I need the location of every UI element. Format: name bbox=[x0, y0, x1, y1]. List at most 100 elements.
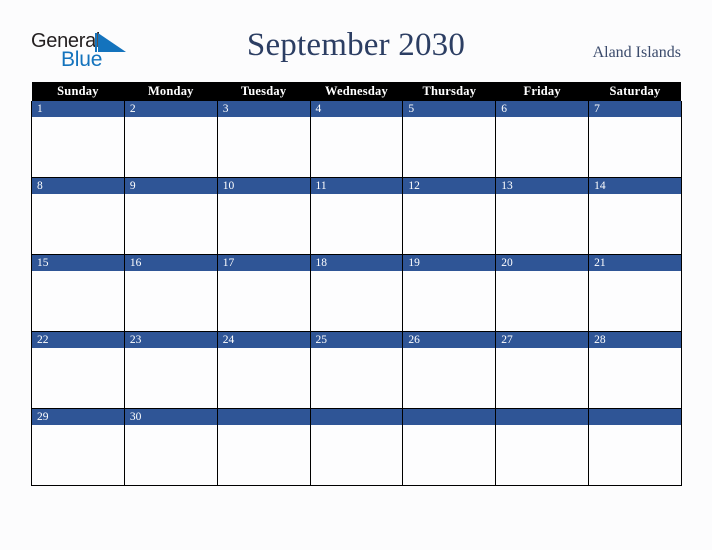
day-events-area[interactable] bbox=[32, 271, 124, 331]
calendar-day-cell-empty[interactable] bbox=[216, 408, 311, 486]
calendar-week-row: 1 2 3 4 5 6 7 bbox=[31, 101, 682, 178]
calendar-day-cell-empty[interactable] bbox=[402, 408, 497, 486]
day-events-area[interactable] bbox=[32, 425, 124, 485]
calendar-day-cell[interactable]: 26 bbox=[402, 331, 497, 409]
day-events-area[interactable] bbox=[125, 271, 217, 331]
day-events-area[interactable] bbox=[496, 425, 588, 485]
calendar-day-cell[interactable]: 15 bbox=[31, 254, 125, 332]
weekday-header-saturday: Saturday bbox=[588, 82, 682, 101]
day-number: 29 bbox=[32, 409, 124, 425]
day-events-area[interactable] bbox=[589, 425, 681, 485]
calendar-day-cell[interactable]: 29 bbox=[31, 408, 125, 486]
day-events-area[interactable] bbox=[403, 117, 495, 177]
day-number bbox=[217, 409, 310, 425]
weekday-header-monday: Monday bbox=[124, 82, 218, 101]
calendar-day-cell[interactable]: 11 bbox=[309, 177, 404, 255]
calendar-day-cell[interactable]: 21 bbox=[588, 254, 682, 332]
calendar-day-cell[interactable]: 28 bbox=[588, 331, 682, 409]
day-number: 18 bbox=[310, 255, 403, 271]
calendar-day-cell-empty[interactable] bbox=[309, 408, 404, 486]
calendar-week-row: 15 16 17 18 19 20 21 bbox=[31, 254, 682, 332]
day-events-area[interactable] bbox=[125, 117, 217, 177]
calendar-table: Sunday Monday Tuesday Wednesday Thursday… bbox=[31, 82, 682, 486]
day-events-area[interactable] bbox=[589, 194, 681, 254]
calendar-day-cell[interactable]: 4 bbox=[309, 101, 404, 178]
day-number: 22 bbox=[32, 332, 124, 348]
calendar-day-cell[interactable]: 19 bbox=[402, 254, 497, 332]
day-number: 26 bbox=[403, 332, 496, 348]
day-events-area[interactable] bbox=[311, 194, 403, 254]
day-number bbox=[589, 409, 681, 425]
calendar-day-cell[interactable]: 7 bbox=[588, 101, 682, 178]
day-number: 7 bbox=[589, 101, 681, 117]
calendar-day-cell-empty[interactable] bbox=[588, 408, 682, 486]
calendar-day-cell[interactable]: 3 bbox=[216, 101, 311, 178]
day-events-area[interactable] bbox=[125, 194, 217, 254]
day-number: 15 bbox=[32, 255, 124, 271]
calendar-day-cell[interactable]: 20 bbox=[495, 254, 590, 332]
day-events-area[interactable] bbox=[589, 117, 681, 177]
calendar-day-cell[interactable]: 1 bbox=[31, 101, 125, 178]
day-number: 28 bbox=[589, 332, 681, 348]
day-events-area[interactable] bbox=[218, 425, 310, 485]
day-number: 21 bbox=[589, 255, 681, 271]
day-number bbox=[403, 409, 496, 425]
day-events-area[interactable] bbox=[589, 271, 681, 331]
day-events-area[interactable] bbox=[496, 348, 588, 408]
calendar-day-cell[interactable]: 23 bbox=[123, 331, 218, 409]
day-events-area[interactable] bbox=[496, 117, 588, 177]
day-number bbox=[310, 409, 403, 425]
calendar-day-cell[interactable]: 9 bbox=[123, 177, 218, 255]
calendar-day-cell[interactable]: 17 bbox=[216, 254, 311, 332]
calendar-week-row: 22 23 24 25 26 27 28 bbox=[31, 331, 682, 409]
day-events-area[interactable] bbox=[218, 194, 310, 254]
calendar-day-cell[interactable]: 13 bbox=[495, 177, 590, 255]
day-number: 25 bbox=[310, 332, 403, 348]
weekday-header-friday: Friday bbox=[495, 82, 589, 101]
page-header: General Blue September 2030 Aland Island… bbox=[0, 0, 712, 78]
calendar-day-cell[interactable]: 18 bbox=[309, 254, 404, 332]
calendar-day-cell[interactable]: 22 bbox=[31, 331, 125, 409]
calendar-container: Sunday Monday Tuesday Wednesday Thursday… bbox=[31, 82, 682, 486]
calendar-day-cell[interactable]: 24 bbox=[216, 331, 311, 409]
day-number: 3 bbox=[217, 101, 310, 117]
day-events-area[interactable] bbox=[32, 348, 124, 408]
day-number: 2 bbox=[124, 101, 217, 117]
calendar-day-cell[interactable]: 14 bbox=[588, 177, 682, 255]
day-events-area[interactable] bbox=[403, 425, 495, 485]
calendar-day-cell[interactable]: 30 bbox=[123, 408, 218, 486]
day-number: 10 bbox=[217, 178, 310, 194]
day-events-area[interactable] bbox=[311, 271, 403, 331]
calendar-day-cell[interactable]: 12 bbox=[402, 177, 497, 255]
calendar-day-cell[interactable]: 8 bbox=[31, 177, 125, 255]
day-events-area[interactable] bbox=[125, 425, 217, 485]
day-events-area[interactable] bbox=[496, 271, 588, 331]
day-number: 19 bbox=[403, 255, 496, 271]
calendar-day-cell-empty[interactable] bbox=[495, 408, 590, 486]
weekday-header-tuesday: Tuesday bbox=[217, 82, 311, 101]
day-events-area[interactable] bbox=[32, 117, 124, 177]
calendar-day-cell[interactable]: 10 bbox=[216, 177, 311, 255]
day-events-area[interactable] bbox=[311, 117, 403, 177]
calendar-day-cell[interactable]: 16 bbox=[123, 254, 218, 332]
day-events-area[interactable] bbox=[496, 194, 588, 254]
day-events-area[interactable] bbox=[589, 348, 681, 408]
calendar-week-row: 29 30 bbox=[31, 408, 682, 486]
day-events-area[interactable] bbox=[311, 425, 403, 485]
day-events-area[interactable] bbox=[403, 348, 495, 408]
calendar-day-cell[interactable]: 6 bbox=[495, 101, 590, 178]
day-events-area[interactable] bbox=[218, 271, 310, 331]
day-events-area[interactable] bbox=[311, 348, 403, 408]
day-events-area[interactable] bbox=[218, 348, 310, 408]
day-events-area[interactable] bbox=[125, 348, 217, 408]
day-events-area[interactable] bbox=[403, 194, 495, 254]
weekday-header-wednesday: Wednesday bbox=[310, 82, 403, 101]
calendar-day-cell[interactable]: 27 bbox=[495, 331, 590, 409]
calendar-day-cell[interactable]: 25 bbox=[309, 331, 404, 409]
day-events-area[interactable] bbox=[403, 271, 495, 331]
day-events-area[interactable] bbox=[218, 117, 310, 177]
calendar-day-cell[interactable]: 5 bbox=[402, 101, 497, 178]
day-events-area[interactable] bbox=[32, 194, 124, 254]
calendar-day-cell[interactable]: 2 bbox=[123, 101, 218, 178]
region-label: Aland Islands bbox=[592, 44, 681, 61]
